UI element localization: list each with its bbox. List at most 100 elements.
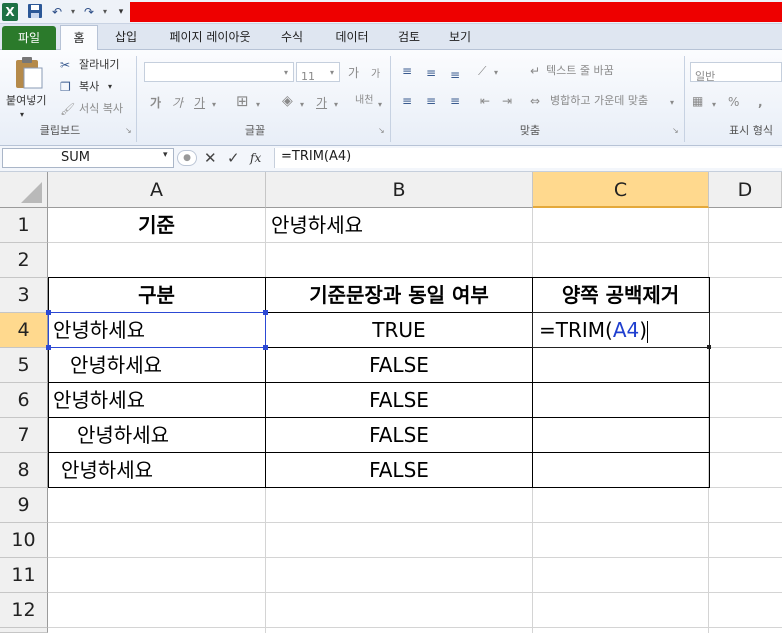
percent-button[interactable]: % (728, 95, 739, 109)
paste-button[interactable]: 붙여넣기 (6, 94, 46, 108)
fill-handle[interactable] (707, 345, 711, 349)
tab-home[interactable]: 홈 (60, 25, 98, 51)
font-name-box[interactable] (144, 62, 294, 82)
fill-color-icon[interactable]: ◈ (282, 94, 293, 108)
phonetic-dropdown-icon[interactable]: ▾ (378, 98, 382, 112)
orientation-icon[interactable]: ⟋ (478, 64, 486, 78)
shrink-font-button[interactable]: 가 (371, 68, 380, 82)
row-header-4[interactable]: 4 (0, 313, 48, 348)
paste-icon[interactable] (12, 56, 44, 90)
italic-button[interactable]: 가 (172, 96, 183, 110)
column-header-d[interactable]: D (709, 172, 782, 208)
copy-button[interactable]: 복사 (79, 80, 99, 94)
tab-review[interactable]: 검토 (392, 25, 426, 50)
cell-a6[interactable]: 안녕하세요 (53, 383, 145, 417)
insert-function-button[interactable]: fx (250, 149, 261, 167)
orientation-dropdown-icon[interactable]: ▾ (494, 66, 498, 80)
merge-center-icon[interactable]: ⇔ (530, 94, 540, 108)
column-header-a[interactable]: A (48, 172, 266, 208)
reference-handle[interactable] (263, 345, 268, 350)
font-color-dropdown-icon[interactable]: ▾ (334, 98, 338, 112)
decrease-indent-icon[interactable]: ⇤ (480, 94, 490, 108)
table-header-b3[interactable]: 기준문장과 동일 여부 (266, 278, 532, 312)
formula-input[interactable]: =TRIM(A4) (274, 148, 782, 168)
cell-a1[interactable]: 기준 (48, 208, 265, 242)
align-top-icon[interactable]: ≡ (402, 64, 412, 78)
underline-button[interactable]: 가 (194, 96, 205, 110)
font-color-button[interactable]: 가 (316, 96, 327, 110)
align-right-icon[interactable]: ≡ (450, 94, 460, 108)
align-middle-icon[interactable]: ≡ (426, 66, 436, 80)
customize-qat-icon[interactable]: ▾ (112, 3, 130, 21)
name-box-dropdown-icon[interactable]: ▾ (163, 150, 168, 160)
reference-handle[interactable] (46, 345, 51, 350)
save-icon[interactable] (26, 3, 44, 21)
row-header-10[interactable]: 10 (0, 523, 48, 558)
wrap-text-icon[interactable]: ↵ (530, 64, 540, 78)
tab-data[interactable]: 데이터 (328, 25, 376, 50)
currency-format-icon[interactable]: ▦ (692, 94, 703, 108)
format-painter-button[interactable]: 서식 복사 (79, 102, 123, 116)
cut-button[interactable]: 잘라내기 (79, 58, 119, 72)
format-painter-icon[interactable]: 🖌 (60, 102, 75, 116)
cell-b4[interactable]: TRUE (266, 313, 532, 347)
cell-b1[interactable]: 안녕하세요 (271, 208, 363, 242)
cell-a5[interactable]: 안녕하세요 (70, 348, 162, 382)
row-header-12[interactable]: 12 (0, 593, 48, 628)
cell-a8[interactable]: 안녕하세요 (61, 453, 153, 487)
align-center-icon[interactable]: ≡ (426, 94, 436, 108)
row-header-5[interactable]: 5 (0, 348, 48, 383)
tab-page-layout[interactable]: 페이지 레이아웃 (160, 25, 260, 50)
comma-button[interactable]: , (758, 95, 763, 109)
row-header-9[interactable]: 9 (0, 488, 48, 523)
borders-icon[interactable]: ⊞ (236, 94, 249, 109)
table-header-a3[interactable]: 구분 (48, 278, 265, 312)
row-header-11[interactable]: 11 (0, 558, 48, 593)
merge-center-button[interactable]: 병합하고 가운데 맞춤 (550, 94, 648, 108)
cell-b7[interactable]: FALSE (266, 418, 532, 452)
bold-button[interactable]: 가 (150, 96, 161, 110)
align-left-icon[interactable]: ≡ (402, 94, 412, 108)
underline-dropdown-icon[interactable]: ▾ (212, 98, 216, 112)
tab-file[interactable]: 파일 (2, 26, 56, 50)
enter-icon[interactable]: ✓ (227, 149, 240, 167)
cell-a7[interactable]: 안녕하세요 (77, 418, 169, 452)
formula-bar-expand-handle[interactable]: ● (177, 150, 197, 166)
column-header-c[interactable]: C (533, 172, 709, 208)
currency-dropdown-icon[interactable]: ▾ (712, 98, 716, 112)
font-size-dropdown-icon[interactable]: ▾ (330, 66, 334, 80)
column-header-b[interactable]: B (266, 172, 533, 208)
row-header-8[interactable]: 8 (0, 453, 48, 488)
name-box[interactable]: SUM (2, 148, 174, 168)
align-bottom-icon[interactable]: ≡ (450, 68, 460, 82)
row-header-2[interactable]: 2 (0, 243, 48, 278)
cell-b5[interactable]: FALSE (266, 348, 532, 382)
copy-dropdown-icon[interactable]: ▾ (108, 80, 112, 94)
wrap-text-button[interactable]: 텍스트 줄 바꿈 (546, 64, 614, 78)
clipboard-launcher-icon[interactable]: ↘ (125, 124, 132, 138)
cell-b8[interactable]: FALSE (266, 453, 532, 487)
increase-indent-icon[interactable]: ⇥ (502, 94, 512, 108)
borders-dropdown-icon[interactable]: ▾ (256, 98, 260, 112)
alignment-launcher-icon[interactable]: ↘ (672, 124, 679, 138)
tab-formulas[interactable]: 수식 (276, 25, 308, 50)
paste-dropdown-icon[interactable]: ▾ (20, 108, 24, 122)
cell-c4-editor[interactable]: =TRIM(A4) (539, 313, 649, 347)
cut-icon[interactable]: ✂ (60, 58, 70, 72)
grow-font-button[interactable]: 가 (348, 66, 359, 80)
row-header-1[interactable]: 1 (0, 208, 48, 243)
cancel-icon[interactable]: ✕ (204, 149, 217, 167)
fill-color-dropdown-icon[interactable]: ▾ (300, 98, 304, 112)
reference-handle[interactable] (46, 310, 51, 315)
font-launcher-icon[interactable]: ↘ (378, 124, 385, 138)
select-all-corner[interactable] (0, 172, 48, 208)
cell-b6[interactable]: FALSE (266, 383, 532, 417)
reference-handle[interactable] (263, 310, 268, 315)
number-format-box[interactable]: 일반 (690, 62, 782, 83)
row-header-3[interactable]: 3 (0, 278, 48, 313)
table-header-c3[interactable]: 양쪽 공백제거 (533, 278, 708, 312)
row-header-7[interactable]: 7 (0, 418, 48, 453)
row-header-6[interactable]: 6 (0, 383, 48, 418)
row-header-13[interactable] (0, 628, 48, 633)
copy-icon[interactable]: ❐ (60, 80, 71, 94)
